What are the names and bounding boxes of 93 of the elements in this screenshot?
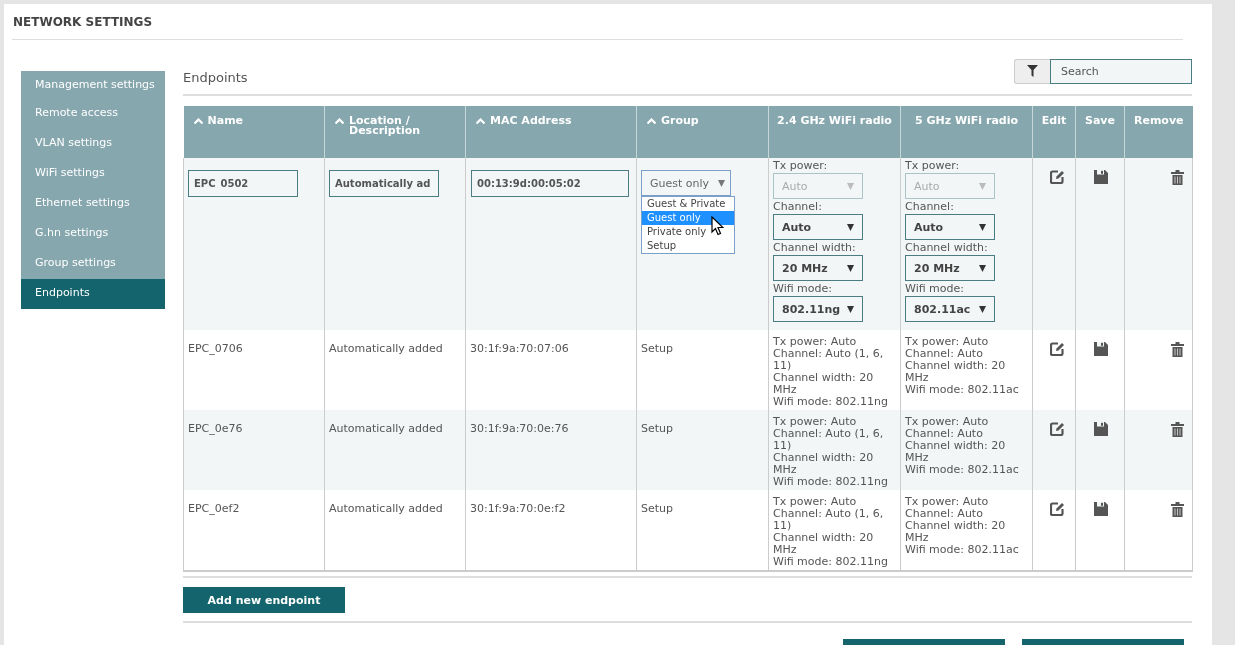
table-cell: Setup	[641, 342, 674, 355]
search-field[interactable]: Search	[1050, 58, 1192, 84]
field-label: Channel:	[905, 199, 955, 214]
dropdown-arrow-icon	[979, 305, 986, 313]
table-cell: Setup	[641, 502, 674, 515]
table-cell: 30:1f:9a:70:07:06	[470, 342, 569, 355]
name-field[interactable]: EPC_0502	[188, 170, 298, 197]
save-icon[interactable]	[1094, 422, 1108, 436]
radio-setting: Wifi mode: 802.11ng	[773, 396, 889, 408]
radio-setting: Channel width: 20 MHz	[773, 452, 875, 476]
table-cell: EPC_0ef2	[188, 502, 240, 515]
save-icon[interactable]	[1094, 502, 1108, 516]
radio-setting: Tx power: Auto	[773, 496, 858, 508]
edit-icon[interactable]	[1050, 170, 1065, 184]
dropdown-option[interactable]: Guest & Private	[642, 197, 734, 211]
radio-setting: Wifi mode: 802.11ac	[905, 544, 1020, 556]
save-icon[interactable]	[1094, 170, 1108, 184]
table-cell: Automatically added	[329, 342, 443, 355]
location-field[interactable]: Automatically ad	[329, 170, 439, 197]
radio-setting: Channel width: 20 MHz	[905, 360, 1007, 384]
mouse-pointer-icon	[711, 216, 724, 236]
dropdown-arrow-icon	[847, 305, 854, 313]
field-label: Channel width:	[905, 240, 989, 255]
table-cell: 30:1f:9a:70:0e:f2	[470, 502, 566, 515]
radio-setting: Tx power: Auto	[905, 336, 990, 348]
radio-setting: Channel: Auto (1, 6, 11)	[773, 348, 885, 372]
edit-icon[interactable]	[1050, 342, 1065, 356]
column-header: Remove	[1124, 106, 1193, 158]
trash-icon[interactable]	[1171, 502, 1184, 517]
radio-setting: Channel width: 20 MHz	[773, 532, 875, 556]
radio-setting: Wifi mode: 802.11ac	[905, 464, 1020, 476]
radio-setting: Tx power: Auto	[773, 416, 858, 428]
radio-dropdown[interactable]: Auto	[773, 214, 863, 240]
radio-setting: Wifi mode: 802.11ng	[773, 476, 889, 488]
radio-dropdown: Auto	[905, 173, 995, 199]
column-header: Save	[1075, 106, 1125, 158]
filter-button[interactable]	[1014, 58, 1050, 84]
radio-dropdown[interactable]: 20 MHz	[905, 255, 995, 281]
radio-setting: Channel width: 20 MHz	[905, 520, 1007, 544]
field-label: Tx power:	[773, 158, 829, 173]
dropdown-arrow-icon	[847, 264, 854, 272]
dropdown-option[interactable]: Setup	[642, 239, 734, 253]
add-endpoint-button[interactable]: Add new endpoint	[183, 587, 345, 613]
radio-setting: Wifi mode: 802.11ac	[905, 384, 1020, 396]
table-cell: Automatically added	[329, 502, 443, 515]
trash-icon[interactable]	[1171, 422, 1184, 437]
radio-dropdown[interactable]: 802.11ac	[905, 296, 995, 322]
radio-setting: Channel width: 20 MHz	[773, 372, 875, 396]
radio-setting: Tx power: Auto	[773, 336, 858, 348]
column-header: 5 GHz WiFi radio	[900, 106, 1033, 158]
radio-dropdown: Auto	[773, 173, 863, 199]
field-label: Channel:	[773, 199, 823, 214]
radio-setting: Channel: Auto (1, 6, 11)	[773, 508, 885, 532]
dropdown-option[interactable]: Private only	[642, 225, 734, 239]
field-label: Wifi mode:	[773, 281, 834, 296]
table-cell: Automatically added	[329, 422, 443, 435]
dropdown-arrow-icon	[847, 223, 854, 231]
edit-icon[interactable]	[1050, 422, 1065, 436]
field-label: Tx power:	[905, 158, 961, 173]
radio-setting: Channel: Auto	[905, 348, 984, 360]
table-cell: 30:1f:9a:70:0e:76	[470, 422, 569, 435]
radio-dropdown[interactable]: Auto	[905, 214, 995, 240]
field-label: Channel width:	[773, 240, 857, 255]
radio-setting: Tx power: Auto	[905, 496, 990, 508]
dropdown-arrow-icon	[979, 182, 986, 190]
column-header: Edit	[1032, 106, 1076, 158]
radio-setting: Channel: Auto	[905, 508, 984, 520]
save-icon[interactable]	[1094, 342, 1108, 356]
radio-dropdown[interactable]: 802.11ng	[773, 296, 863, 322]
table-cell: EPC_0e76	[188, 422, 243, 435]
dropdown-arrow-icon	[979, 223, 986, 231]
edit-icon[interactable]	[1050, 502, 1065, 516]
table-cell: Setup	[641, 422, 674, 435]
mac-field[interactable]: 00:13:9d:00:05:02	[471, 170, 629, 197]
dropdown-arrow-icon	[847, 182, 854, 190]
column-header: 2.4 GHz WiFi radio	[768, 106, 901, 158]
group-dropdown[interactable]: Guest only	[641, 170, 731, 196]
field-label: Wifi mode:	[905, 281, 966, 296]
trash-icon[interactable]	[1171, 170, 1184, 185]
section-title: Endpoints	[183, 68, 248, 85]
radio-setting: Tx power: Auto	[905, 416, 990, 428]
radio-setting: Channel width: 20 MHz	[905, 440, 1007, 464]
dropdown-arrow-icon	[979, 264, 986, 272]
radio-setting: Wifi mode: 802.11ng	[773, 556, 889, 568]
trash-icon[interactable]	[1171, 342, 1184, 357]
radio-setting: Channel: Auto (1, 6, 11)	[773, 428, 885, 452]
filter-icon	[1027, 65, 1038, 77]
dropdown-arrow-icon	[718, 179, 725, 187]
sidebar-item[interactable]: Endpoints	[21, 279, 165, 309]
radio-dropdown[interactable]: 20 MHz	[773, 255, 863, 281]
radio-setting: Channel: Auto	[905, 428, 984, 440]
table-cell: EPC_0706	[188, 342, 243, 355]
page-title: NETWORK SETTINGS	[12, 14, 154, 31]
